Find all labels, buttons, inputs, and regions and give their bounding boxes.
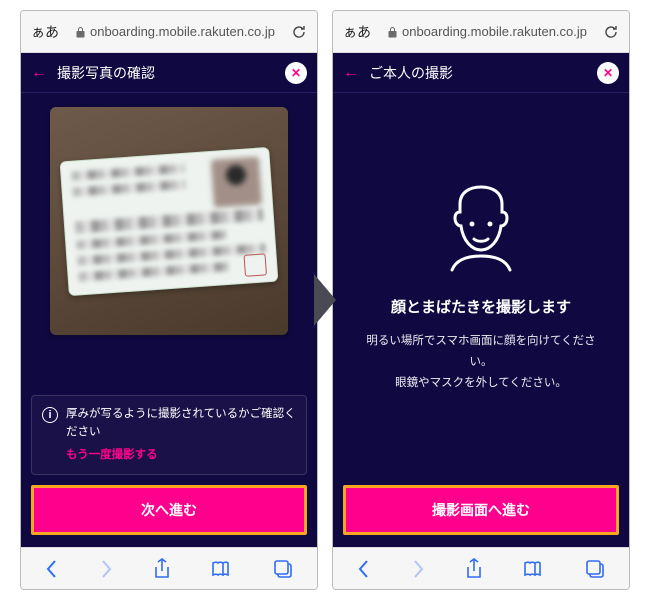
tabs-icon[interactable] [273, 559, 293, 579]
page-title: ご本人の撮影 [369, 63, 453, 83]
next-button[interactable]: 次へ進む [31, 485, 307, 535]
page-header: ← 撮影写真の確認 [21, 53, 317, 93]
safari-address-bar: ぁあ onboarding.mobile.rakuten.co.jp [333, 11, 629, 53]
text-size-control[interactable]: ぁあ [31, 22, 59, 42]
captured-photo-preview [50, 107, 288, 335]
hint-text: 厚みが写るように撮影されているかご確認ください [66, 408, 296, 437]
close-icon[interactable] [597, 62, 619, 84]
page-title: 撮影写真の確認 [57, 63, 155, 83]
tabs-icon[interactable] [585, 559, 605, 579]
safari-address-bar: ぁあ onboarding.mobile.rakuten.co.jp [21, 11, 317, 53]
url-text: onboarding.mobile.rakuten.co.jp [90, 24, 275, 39]
id-card-mock [60, 146, 279, 295]
instruction-sub2: 眼鏡やマスクを外してください。 [395, 373, 567, 394]
phone-screen-2: ぁあ onboarding.mobile.rakuten.co.jp ← ご本人… [332, 10, 630, 590]
url-text: onboarding.mobile.rakuten.co.jp [402, 24, 587, 39]
text-size-control[interactable]: ぁあ [343, 22, 371, 42]
reload-icon[interactable] [291, 24, 307, 40]
url-display[interactable]: onboarding.mobile.rakuten.co.jp [379, 24, 595, 39]
info-icon: i [42, 407, 58, 423]
lock-icon [75, 26, 86, 38]
hint-box: i 厚みが写るように撮影されているかご確認ください もう一度撮影する [31, 395, 307, 475]
lock-icon [387, 26, 398, 38]
page-header: ← ご本人の撮影 [333, 53, 629, 93]
safari-toolbar [333, 547, 629, 589]
back-arrow-icon[interactable]: ← [31, 64, 47, 82]
reload-icon[interactable] [603, 24, 619, 40]
retake-link[interactable]: もう一度撮影する [66, 447, 296, 464]
nav-forward-icon[interactable] [411, 559, 425, 579]
share-icon[interactable] [465, 558, 483, 580]
bookmarks-icon[interactable] [211, 560, 233, 578]
back-arrow-icon[interactable]: ← [343, 64, 359, 82]
instruction-sub1: 明るい場所でスマホ画面に顔を向けてください。 [357, 331, 605, 372]
proceed-button[interactable]: 撮影画面へ進む [343, 485, 619, 535]
content-area: 顔とまばたきを撮影します 明るい場所でスマホ画面に顔を向けてください。 眼鏡やマ… [333, 93, 629, 547]
share-icon[interactable] [153, 558, 171, 580]
flow-arrow-icon [314, 274, 336, 326]
nav-back-icon[interactable] [357, 559, 371, 579]
nav-forward-icon[interactable] [99, 559, 113, 579]
nav-back-icon[interactable] [45, 559, 59, 579]
url-display[interactable]: onboarding.mobile.rakuten.co.jp [67, 24, 283, 39]
phone-screen-1: ぁあ onboarding.mobile.rakuten.co.jp ← 撮影写… [20, 10, 318, 590]
instruction-headline: 顔とまばたきを撮影します [391, 296, 571, 317]
content-area: i 厚みが写るように撮影されているかご確認ください もう一度撮影する 次へ進む [21, 93, 317, 547]
close-icon[interactable] [285, 62, 307, 84]
bookmarks-icon[interactable] [523, 560, 545, 578]
safari-toolbar [21, 547, 317, 589]
face-outline-icon [442, 184, 520, 272]
